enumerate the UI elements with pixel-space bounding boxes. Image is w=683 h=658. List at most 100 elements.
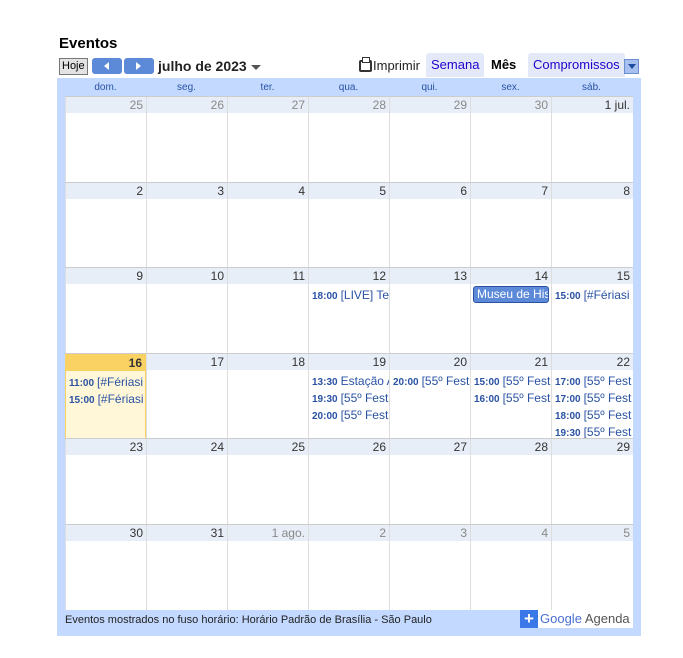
day-cell[interactable]: 18 [227,353,308,439]
day-number[interactable]: 2 [309,524,389,541]
day-cell[interactable]: 21 15:00 [55º Fest 16:00 [55º Fest [470,353,551,439]
event-item[interactable]: 15:00 [55º Fest [474,373,551,389]
day-number[interactable]: 2 [66,182,146,199]
day-cell[interactable]: 29 [389,97,470,182]
event-item[interactable]: 16:00 [55º Fest [474,390,551,406]
day-number[interactable]: 4 [228,182,308,199]
day-cell[interactable]: 31 [146,524,227,610]
day-number[interactable]: 26 [147,97,227,113]
day-number[interactable]: 17 [147,353,227,370]
day-number[interactable]: 8 [552,182,633,199]
day-cell[interactable]: 23 [65,439,146,524]
day-number[interactable]: 1 ago. [228,524,308,541]
day-number[interactable]: 5 [552,524,633,541]
day-number[interactable]: 25 [228,439,308,455]
day-cell[interactable]: 24 [146,439,227,524]
day-cell[interactable]: 7 [470,182,551,268]
day-cell[interactable]: 5 [551,524,633,610]
day-number[interactable]: 4 [471,524,551,541]
event-item[interactable]: 17:00 [55º Fest [555,390,633,406]
day-number[interactable]: 30 [471,97,551,113]
google-calendar-button[interactable]: + Google Agenda [520,610,633,628]
day-number[interactable]: 5 [309,182,389,199]
event-item[interactable]: 18:00 [LIVE] Te [312,287,389,303]
day-number[interactable]: 22 [552,353,633,370]
event-item[interactable]: 19:30 [55º Fest [312,390,389,406]
day-number[interactable]: 26 [309,439,389,455]
event-item[interactable]: 17:00 [55º Fest [555,373,633,389]
day-number[interactable]: 6 [390,182,470,199]
event-item[interactable]: 15:00 [#Fériasi [69,391,145,407]
day-number[interactable]: 14 [471,268,551,284]
event-item[interactable]: 18:00 [55º Fest [555,407,633,423]
day-number[interactable]: 30 [66,524,146,541]
day-number[interactable]: 12 [309,268,389,284]
tab-agenda[interactable]: Compromissos [528,53,625,77]
day-cell[interactable]: 17 [146,353,227,439]
day-cell[interactable]: 11 [227,268,308,353]
day-cell[interactable]: 1 jul. [551,97,633,182]
day-cell[interactable]: 4 [227,182,308,268]
day-cell[interactable]: 2 [308,524,389,610]
day-number[interactable]: 24 [147,439,227,455]
caret-down-icon[interactable] [251,65,261,70]
day-number[interactable]: 29 [552,439,633,455]
event-item[interactable]: 11:00 [#Fériasi [69,374,145,390]
previous-month-button[interactable] [92,58,122,74]
day-number[interactable]: 11 [228,268,308,284]
day-number[interactable]: 7 [471,182,551,199]
day-number[interactable]: 16 [66,354,145,371]
day-cell[interactable]: 8 [551,182,633,268]
day-number[interactable]: 15 [552,268,633,284]
month-label[interactable]: julho de 2023 [158,58,247,74]
calendar-list-dropdown[interactable] [624,59,639,74]
day-cell[interactable]: 5 [308,182,389,268]
day-number[interactable]: 13 [390,268,470,284]
tab-week[interactable]: Semana [426,53,485,77]
day-cell-today[interactable]: 16 11:00 [#Fériasi 15:00 [#Fériasi [65,353,146,439]
day-cell[interactable]: 25 [65,97,146,182]
day-cell[interactable]: 27 [389,439,470,524]
next-month-button[interactable] [124,58,154,74]
today-button[interactable]: Hoje [59,58,88,75]
day-number[interactable]: 9 [66,268,146,284]
day-number[interactable]: 25 [66,97,146,113]
day-number[interactable]: 10 [147,268,227,284]
day-number[interactable]: 28 [309,97,389,113]
day-cell[interactable]: 27 [227,97,308,182]
day-cell[interactable]: 4 [470,524,551,610]
day-cell[interactable]: 25 [227,439,308,524]
day-cell[interactable]: 28 [470,439,551,524]
day-cell[interactable]: 2 [65,182,146,268]
day-number[interactable]: 27 [390,439,470,455]
event-item[interactable]: 15:00 [#Fériasi [555,287,633,303]
day-cell[interactable]: 14 Museu de His [470,268,551,353]
day-number[interactable]: 3 [147,182,227,199]
day-number[interactable]: 23 [66,439,146,455]
day-cell[interactable]: 26 [146,97,227,182]
event-item[interactable]: 20:00 [55º Fest [393,373,470,389]
day-number[interactable]: 29 [390,97,470,113]
day-cell[interactable]: 9 [65,268,146,353]
day-number[interactable]: 31 [147,524,227,541]
day-cell[interactable]: 30 [65,524,146,610]
day-cell[interactable]: 3 [146,182,227,268]
day-cell[interactable]: 20 20:00 [55º Fest [389,353,470,439]
day-cell[interactable]: 26 [308,439,389,524]
day-number[interactable]: 21 [471,353,551,370]
day-cell[interactable]: 13 [389,268,470,353]
day-number[interactable]: 28 [471,439,551,455]
allday-event[interactable]: Museu de His [473,286,549,303]
day-number[interactable]: 20 [390,353,470,370]
day-number[interactable]: 3 [390,524,470,541]
day-number[interactable]: 19 [309,353,389,370]
day-cell[interactable]: 6 [389,182,470,268]
day-cell[interactable]: 1 ago. [227,524,308,610]
day-cell[interactable]: 29 [551,439,633,524]
day-number[interactable]: 27 [228,97,308,113]
day-cell[interactable]: 28 [308,97,389,182]
event-item[interactable]: 20:00 [55º Fest [312,407,389,423]
day-cell[interactable]: 30 [470,97,551,182]
day-cell[interactable]: 15 15:00 [#Fériasi [551,268,633,353]
day-cell[interactable]: 10 [146,268,227,353]
